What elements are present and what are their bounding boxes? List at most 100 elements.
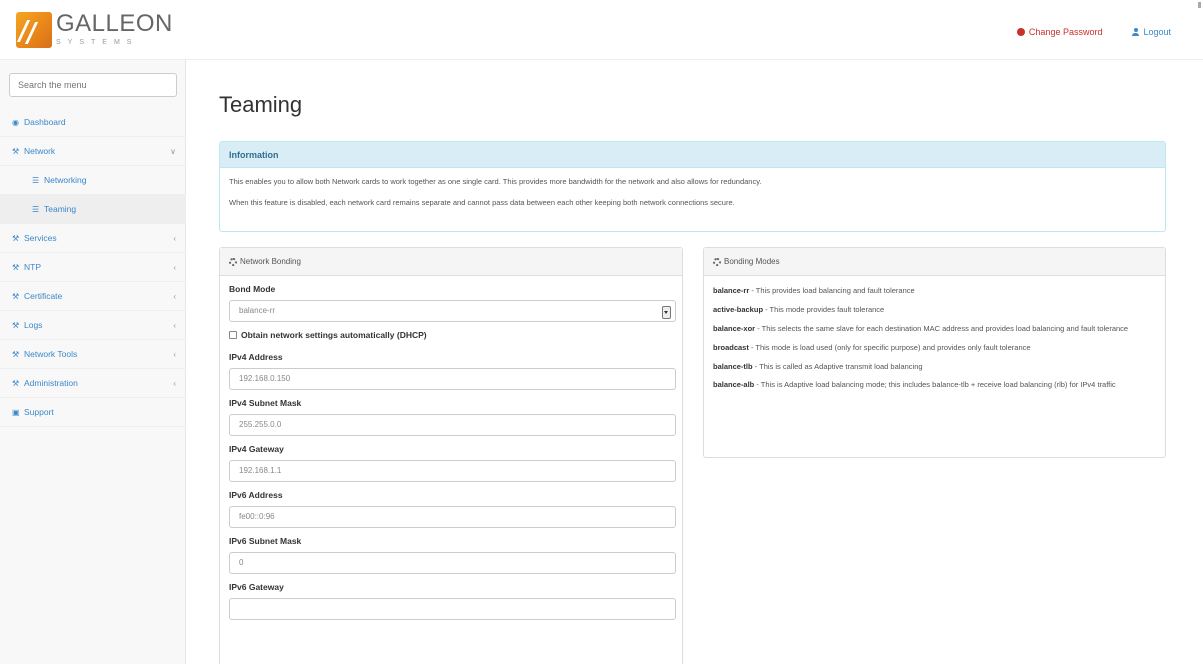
- sidebar-item-label: Administration: [24, 378, 78, 388]
- galleon-logo[interactable]: GALLEON SYSTEMS: [16, 12, 173, 52]
- ipv4-gateway-label: IPv4 Gateway: [229, 444, 284, 454]
- menu-search-input[interactable]: [9, 73, 177, 97]
- change-password-label: Change Password: [1028, 27, 1103, 37]
- bonding-mode-name: broadcast: [713, 342, 749, 352]
- sidebar-item-label: Networking: [44, 175, 87, 185]
- main-content: Teaming Information This enables you to …: [186, 60, 1203, 664]
- sidebar-item-certificate[interactable]: ⚒ Certificate ‹: [0, 282, 186, 311]
- ipv4-address-label: IPv4 Address: [229, 352, 283, 362]
- bonding-mode-item: active-backup - This mode provides fault…: [713, 305, 1156, 316]
- gear-icon: [713, 257, 721, 266]
- sidebar-item-label: Services: [24, 233, 57, 243]
- network-bonding-header: Network Bonding: [220, 248, 682, 276]
- scroll-indicator: [1198, 2, 1201, 8]
- ipv4-address-field[interactable]: 192.168.0.150: [229, 368, 676, 390]
- information-line-2: When this feature is disabled, each netw…: [229, 197, 735, 207]
- wrench-icon: ⚒: [12, 233, 20, 243]
- dhcp-checkbox[interactable]: [229, 331, 237, 339]
- logo-name: GALLEON: [56, 10, 173, 37]
- chevron-left-icon: ‹: [173, 233, 176, 243]
- logout-label: Logout: [1143, 27, 1171, 37]
- bonding-mode-item: balance-tlb - This is called as Adaptive…: [713, 362, 1156, 373]
- bonding-mode-name: active-backup: [713, 304, 764, 314]
- dropdown-arrow-icon[interactable]: [662, 306, 671, 319]
- network-bonding-panel: Network Bonding Bond Mode balance-rr Obt…: [219, 247, 683, 664]
- bonding-mode-name: balance-rr: [713, 286, 750, 295]
- information-line-1: This enables you to allow both Network c…: [229, 177, 762, 186]
- logo-mark-icon: [16, 12, 52, 48]
- wrench-icon: ⚒: [12, 291, 20, 301]
- dhcp-checkbox-row[interactable]: Obtain network settings automatically (D…: [229, 330, 673, 340]
- ipv4-gateway-field[interactable]: 192.168.1.1: [229, 460, 676, 482]
- ipv6-subnet-mask-field[interactable]: 0: [229, 552, 676, 574]
- sidebar-item-network-tools[interactable]: ⚒ Network Tools ‹: [0, 340, 186, 369]
- bonding-mode-desc: - This selects the same slave for each d…: [755, 323, 1129, 333]
- chevron-left-icon: ‹: [173, 320, 176, 330]
- bonding-modes-list: balance-rr - This provides load balancin…: [704, 276, 1165, 409]
- sidebar-nav: ◉ Dashboard ⚒ Network ∨ ☰ Networking ☰ T…: [0, 108, 186, 427]
- bonding-mode-desc: - This mode provides fault tolerance: [763, 304, 885, 314]
- bonding-mode-name: balance-tlb: [713, 361, 753, 371]
- ipv4-subnet-mask-field[interactable]: 255.255.0.0: [229, 414, 676, 436]
- network-bonding-form: Bond Mode balance-rr Obtain network sett…: [220, 276, 682, 636]
- ipv6-gateway-field[interactable]: [229, 598, 676, 620]
- sidebar-item-administration[interactable]: ⚒ Administration ‹: [0, 369, 186, 398]
- logo-text: GALLEON SYSTEMS: [56, 10, 173, 47]
- chevron-left-icon: ‹: [173, 349, 176, 359]
- sidebar-item-networking[interactable]: ☰ Networking: [0, 166, 186, 195]
- bond-mode-select[interactable]: balance-rr: [229, 300, 676, 322]
- bond-mode-label: Bond Mode: [229, 284, 276, 294]
- information-panel: Information This enables you to allow bo…: [219, 141, 1166, 232]
- sidebar-item-support[interactable]: ▣ Support: [0, 398, 186, 427]
- sidebar-item-dashboard[interactable]: ◉ Dashboard: [0, 108, 186, 137]
- wrench-icon: ⚒: [12, 262, 20, 272]
- sidebar-item-network[interactable]: ⚒ Network ∨: [0, 137, 186, 166]
- wrench-icon: ⚒: [12, 349, 20, 359]
- top-links: Change Password Logout: [1016, 27, 1171, 37]
- alert-icon: [1016, 28, 1025, 36]
- change-password-link[interactable]: Change Password: [1016, 27, 1103, 37]
- sidebar-item-logs[interactable]: ⚒ Logs ‹: [0, 311, 186, 340]
- chevron-down-icon: ∨: [170, 146, 176, 156]
- wrench-icon: ⚒: [12, 146, 20, 156]
- sidebar-item-label: Teaming: [44, 204, 77, 214]
- information-heading: Information: [220, 142, 1165, 168]
- information-body: This enables you to allow both Network c…: [220, 168, 1165, 229]
- sidebar-item-ntp[interactable]: ⚒ NTP ‹: [0, 253, 186, 282]
- chevron-left-icon: ‹: [173, 262, 176, 272]
- sidebar-item-label: Dashboard: [24, 117, 66, 127]
- top-bar: GALLEON SYSTEMS Change Password Logout: [0, 0, 1203, 60]
- bonding-mode-desc: - This is called as Adaptive transmit lo…: [752, 361, 923, 371]
- sidebar: ◉ Dashboard ⚒ Network ∨ ☰ Networking ☰ T…: [0, 60, 186, 664]
- sidebar-item-label: NTP: [24, 262, 41, 272]
- list-icon: ☰: [32, 204, 40, 214]
- bonding-mode-item: balance-alb - This is Adaptive load bala…: [713, 380, 1156, 391]
- ipv6-subnet-mask-label: IPv6 Subnet Mask: [229, 536, 302, 546]
- sidebar-item-teaming[interactable]: ☰ Teaming: [0, 195, 186, 224]
- dhcp-label: Obtain network settings automatically (D…: [241, 330, 427, 340]
- ipv4-subnet-mask-label: IPv4 Subnet Mask: [229, 398, 302, 408]
- wrench-icon: ⚒: [12, 378, 20, 388]
- dashboard-icon: ◉: [12, 117, 19, 127]
- bonding-mode-item: broadcast - This mode is load used (only…: [713, 343, 1156, 354]
- bonding-modes-title: Bonding Modes: [724, 257, 780, 266]
- sidebar-item-label: Support: [24, 407, 54, 417]
- list-icon: ☰: [32, 175, 40, 185]
- gear-icon: [229, 257, 237, 266]
- sidebar-item-label: Logs: [24, 320, 43, 330]
- sidebar-item-label: Network: [24, 146, 56, 156]
- ipv6-address-field[interactable]: fe00::0:96: [229, 506, 676, 528]
- bonding-mode-desc: - This is Adaptive load balancing mode; …: [754, 380, 1116, 390]
- logo-subtitle: SYSTEMS: [56, 39, 139, 46]
- bonding-mode-item: balance-xor - This selects the same slav…: [713, 324, 1156, 335]
- sidebar-item-services[interactable]: ⚒ Services ‹: [0, 224, 186, 253]
- support-icon: ▣: [12, 407, 20, 417]
- logout-link[interactable]: Logout: [1132, 27, 1171, 37]
- network-bonding-title: Network Bonding: [240, 257, 301, 266]
- ipv6-address-label: IPv6 Address: [229, 490, 283, 500]
- bonding-modes-header: Bonding Modes: [704, 248, 1165, 276]
- bonding-mode-desc: - This mode is load used (only for speci…: [748, 342, 1031, 352]
- bonding-mode-desc: - This provides load balancing and fault…: [749, 286, 915, 295]
- sidebar-item-label: Network Tools: [24, 349, 78, 359]
- user-icon: [1132, 28, 1140, 36]
